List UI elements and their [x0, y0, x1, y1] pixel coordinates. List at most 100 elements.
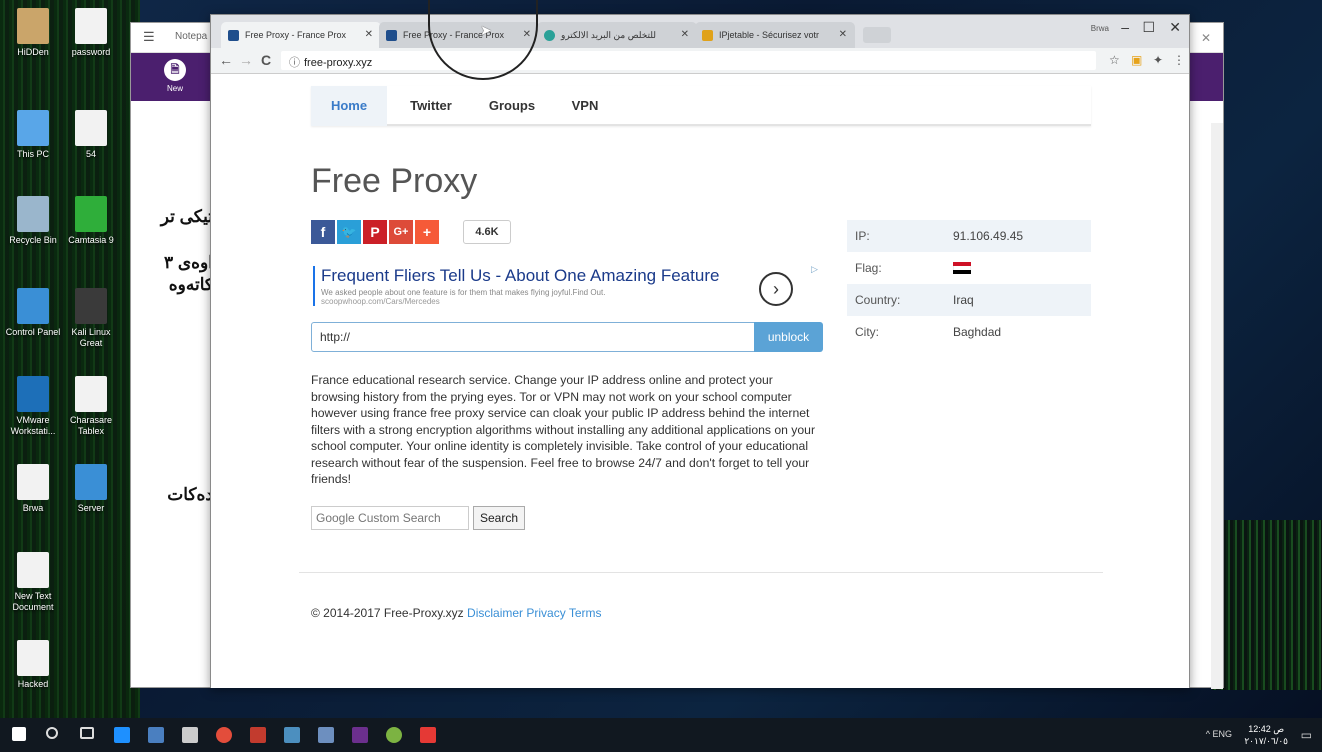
app-icon[interactable] — [318, 727, 334, 743]
app-icon[interactable] — [250, 727, 266, 743]
profile-name[interactable]: Brwa — [1091, 24, 1109, 33]
reload-button[interactable]: C — [261, 52, 271, 68]
extension-icon[interactable]: ▣ — [1131, 53, 1142, 67]
ad-description: We asked people about one feature is for… — [321, 288, 606, 297]
desktop-icon-server[interactable]: Server — [60, 464, 122, 514]
site-description: France educational research service. Cha… — [311, 373, 816, 486]
windows-start-icon[interactable] — [12, 727, 26, 741]
info-label: IP: — [855, 229, 870, 243]
disclaimer-link[interactable]: Disclaimer — [467, 606, 523, 620]
back-button[interactable]: ← — [219, 52, 233, 68]
pin-icon[interactable]: ✦ — [1153, 53, 1163, 67]
new-note-icon: 🗎 — [164, 59, 186, 81]
clock[interactable]: 12:42 ص ٢٠١٧/٠٦/٠٥ — [1244, 723, 1288, 747]
site-favicon-icon — [544, 30, 555, 41]
info-row-country: Country: Iraq — [847, 284, 1091, 316]
maximize-button[interactable]: ☐ — [1142, 19, 1155, 36]
ad-accent-bar — [313, 266, 315, 306]
site-navigation: Home Twitter Groups VPN — [311, 86, 1091, 126]
address-bar[interactable]: ⓘ free-proxy.xyz — [281, 51, 1096, 70]
ad-headline[interactable]: Frequent Fliers Tell Us - About One Amaz… — [321, 266, 719, 286]
recycle-bin-icon — [17, 196, 49, 232]
nav-twitter[interactable]: Twitter — [397, 86, 465, 126]
tab-close-icon[interactable]: ✕ — [365, 29, 373, 40]
document-icon — [17, 640, 49, 676]
facebook-icon[interactable]: f — [311, 220, 335, 244]
nav-home[interactable]: Home — [311, 86, 387, 126]
shortcut-icon — [75, 288, 107, 324]
chrome-icon[interactable] — [216, 727, 232, 743]
share-plus-icon[interactable]: + — [415, 220, 439, 244]
desktop-icon-54[interactable]: 54 — [60, 110, 122, 160]
privacy-link[interactable]: Privacy — [526, 606, 565, 620]
info-icon[interactable]: ⓘ — [289, 57, 300, 69]
desktop-icon-hidden[interactable]: HiDDen — [2, 8, 64, 58]
clock-time: 12:42 ص — [1248, 724, 1285, 734]
store-icon[interactable] — [182, 727, 198, 743]
terms-link[interactable]: Terms — [569, 606, 602, 620]
task-view-icon[interactable] — [80, 727, 94, 739]
close-icon[interactable]: ✕ — [1201, 31, 1211, 45]
search-input[interactable] — [311, 506, 469, 530]
nav-vpn[interactable]: VPN — [557, 86, 613, 126]
chevron-right-icon[interactable]: › — [759, 272, 793, 306]
background-scrollbar[interactable] — [1211, 123, 1223, 689]
app-icon[interactable] — [386, 727, 402, 743]
desktop-icon-new-text-document[interactable]: New Text Document — [2, 552, 64, 613]
desktop-icon-kali-linux[interactable]: Kali Linux Great — [60, 288, 122, 349]
desktop-icon-camtasia[interactable]: Camtasia 9 — [60, 196, 122, 246]
edge-icon[interactable] — [114, 727, 130, 743]
search-button[interactable]: Search — [473, 506, 525, 530]
adchoices-icon[interactable]: ▷ — [811, 264, 818, 275]
new-note-button[interactable]: 🗎 New — [155, 59, 195, 93]
file-explorer-icon[interactable] — [148, 727, 164, 743]
browser-window[interactable]: Free Proxy - France Prox ✕ Free Proxy - … — [210, 14, 1190, 688]
browser-toolbar: ← → C ⓘ free-proxy.xyz ☆ ▣ ✦ ⋮ — [211, 48, 1189, 74]
tab-free-proxy-1[interactable]: Free Proxy - France Prox ✕ — [221, 22, 381, 48]
star-icon[interactable]: ☆ — [1109, 53, 1120, 67]
taskbar: ^ ENG 12:42 ص ٢٠١٧/٠٦/٠٥ ▭ — [0, 718, 1322, 752]
app-icon[interactable] — [284, 727, 300, 743]
desktop-icon-this-pc[interactable]: This PC — [2, 110, 64, 160]
desktop-icon-recycle-bin[interactable]: Recycle Bin — [2, 196, 64, 246]
pinterest-icon[interactable]: P — [363, 220, 387, 244]
copyright-text: © 2014-2017 Free-Proxy.xyz — [311, 606, 464, 620]
tab-temp-mail[interactable]: للتخلص من البريد الالكترو ✕ — [537, 22, 697, 48]
background-text-line: دەکات — [167, 485, 213, 504]
camtasia-taskbar-icon[interactable] — [420, 727, 436, 743]
tab-ipjetable[interactable]: IPjetable - Sécurisez votr ✕ — [695, 22, 855, 48]
tab-close-icon[interactable]: ✕ — [839, 29, 847, 40]
info-label: Country: — [855, 293, 901, 307]
background-window-title: Notepa — [175, 31, 208, 42]
background-text-line: کاتەوە — [168, 275, 213, 294]
system-tray[interactable]: ^ ENG — [1206, 729, 1232, 739]
googleplus-icon[interactable]: G+ — [389, 220, 413, 244]
new-tab-button[interactable] — [863, 27, 891, 43]
tab-close-icon[interactable]: ✕ — [681, 29, 689, 40]
unblock-button[interactable]: unblock — [754, 322, 823, 352]
twitter-icon[interactable]: 🐦 — [337, 220, 361, 244]
footer: © 2014-2017 Free-Proxy.xyz Disclaimer Pr… — [311, 606, 602, 620]
advertisement[interactable]: Frequent Fliers Tell Us - About One Amaz… — [311, 264, 823, 316]
notification-icon[interactable]: ▭ — [1301, 728, 1312, 742]
ip-value: 91.106.49.45 — [953, 229, 1024, 243]
close-button[interactable]: ✕ — [1169, 19, 1181, 36]
desktop-icon-password[interactable]: password — [60, 8, 122, 58]
desktop-icon-brwa[interactable]: Brwa — [2, 464, 64, 514]
desktop-icon-charasare[interactable]: Charasare Tablex — [60, 376, 122, 437]
hamburger-menu-icon[interactable]: ☰ — [143, 29, 155, 45]
minimize-button[interactable]: – — [1121, 19, 1129, 35]
proxy-url-input[interactable] — [311, 322, 755, 352]
forward-button[interactable]: → — [239, 52, 253, 68]
search-icon[interactable] — [46, 727, 58, 739]
menu-icon[interactable]: ⋮ — [1173, 53, 1185, 67]
document-icon — [75, 376, 107, 412]
desktop-icon-control-panel[interactable]: Control Panel — [2, 288, 64, 338]
info-label: Flag: — [855, 261, 882, 275]
desktop-icon-vmware[interactable]: VMware Workstati... — [2, 376, 64, 437]
ad-url[interactable]: scoopwhoop.com/Cars/Mercedes — [321, 297, 440, 306]
desktop-icon-hacked[interactable]: Hacked — [2, 640, 64, 690]
background-text-line: تیکی تر — [160, 207, 213, 226]
onenote-icon[interactable] — [352, 727, 368, 743]
nav-groups[interactable]: Groups — [477, 86, 547, 126]
